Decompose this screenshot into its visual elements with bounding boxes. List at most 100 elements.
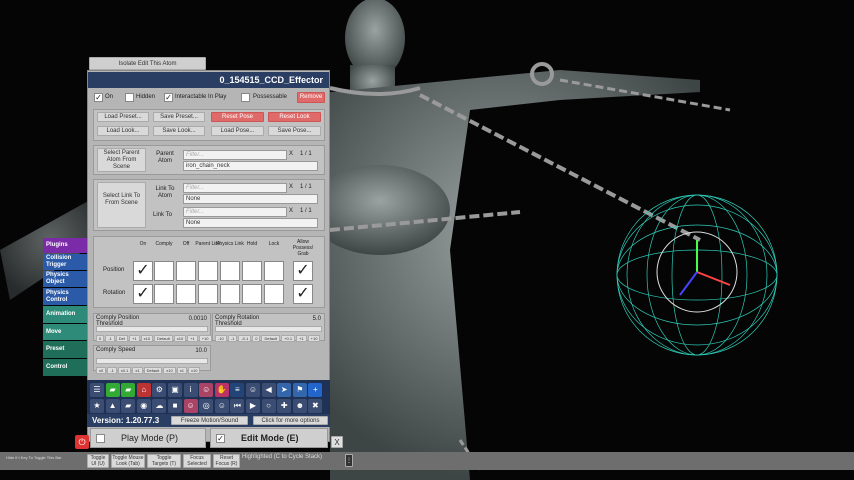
people-icon[interactable]: ☻ xyxy=(292,399,307,413)
remove-button[interactable]: Remove xyxy=(297,92,325,103)
slider-step-button[interactable]: x10 xyxy=(187,367,201,374)
grid-checkbox[interactable]: ✓ xyxy=(133,284,153,304)
tools-icon[interactable]: ✖ xyxy=(308,399,323,413)
camera-icon[interactable]: ◉ xyxy=(136,399,151,413)
slider-step-button[interactable]: +10 xyxy=(307,335,321,342)
slider-step-button[interactable]: Default xyxy=(143,367,163,374)
star-icon[interactable]: ★ xyxy=(90,399,104,413)
grid-checkbox[interactable] xyxy=(220,261,240,281)
list-icon[interactable]: ≡ xyxy=(230,383,245,397)
flag-icon[interactable]: ⚑ xyxy=(292,383,307,397)
load-pose-button[interactable]: Load Pose... xyxy=(211,126,264,136)
circle-icon[interactable]: ○ xyxy=(261,399,276,413)
slider-step-button[interactable]: +1 xyxy=(296,335,307,342)
slider-step-button[interactable]: Default xyxy=(261,335,281,342)
grid-checkbox[interactable] xyxy=(220,284,240,304)
folder-open-icon[interactable]: ▰ xyxy=(121,383,136,397)
bottom-bar-button[interactable]: Toggle UI (U) xyxy=(87,454,109,468)
plus-icon[interactable]: + xyxy=(308,383,323,397)
slider-step-button[interactable]: 0 xyxy=(96,335,105,342)
folder-icon[interactable]: ▰ xyxy=(121,399,136,413)
home-icon[interactable]: ⌂ xyxy=(136,383,151,397)
hidden-checkbox[interactable] xyxy=(125,93,134,102)
bottom-bar-button[interactable]: Toggle Targets (T) xyxy=(147,454,181,468)
grid-checkbox[interactable] xyxy=(242,261,262,281)
slider-step-button[interactable]: x10 xyxy=(140,335,154,342)
side-tab[interactable]: Animation xyxy=(43,306,87,323)
slider-track[interactable] xyxy=(215,326,322,332)
grid-checkbox[interactable]: ✓ xyxy=(293,261,313,281)
speaker-icon[interactable]: ◀ xyxy=(261,383,276,397)
slider-step-button[interactable]: x0 xyxy=(96,367,107,374)
slider-step-button[interactable]: +1 xyxy=(187,335,198,342)
slider-step-button[interactable]: +10 xyxy=(198,335,212,342)
freeze-motion-button[interactable]: Freeze Motion/Sound xyxy=(171,416,248,425)
eye-icon[interactable]: ◎ xyxy=(199,399,214,413)
link-to-filter-input[interactable]: Filter... xyxy=(183,207,287,217)
save-pose-button[interactable]: Save Pose... xyxy=(268,126,321,136)
isolate-edit-button[interactable]: Isolate Edit This Atom xyxy=(89,57,206,70)
more-options-button[interactable]: Click for more options xyxy=(253,416,328,425)
grid-checkbox[interactable]: ✓ xyxy=(133,261,153,281)
cube-icon[interactable]: ▣ xyxy=(168,383,182,397)
slider-step-button[interactable]: -1 xyxy=(107,367,117,374)
close-ui-button[interactable]: X xyxy=(331,436,343,448)
share-icon[interactable]: ➤ xyxy=(277,383,292,397)
side-tab[interactable]: Collision Trigger xyxy=(43,254,87,270)
edit-mode-button[interactable]: ✓ Edit Mode (E) xyxy=(210,428,328,448)
link-to-filter-clear[interactable]: X xyxy=(289,208,293,214)
slider-step-button[interactable]: -0.1 xyxy=(238,335,252,342)
slider-step-button[interactable]: -1 xyxy=(227,335,238,342)
play-mode-button[interactable]: Play Mode (P) xyxy=(90,428,206,448)
slider-track[interactable] xyxy=(96,358,208,364)
side-tab[interactable]: Plugins xyxy=(43,238,87,253)
hand-icon[interactable]: ✋ xyxy=(214,383,229,397)
possessable-checkbox[interactable] xyxy=(241,93,250,102)
folder-up-icon[interactable]: ▲ xyxy=(105,399,120,413)
slider-step-button[interactable]: x10 xyxy=(173,335,187,342)
on-checkbox[interactable]: ✓ xyxy=(94,93,103,102)
interactable-checkbox[interactable]: ✓ xyxy=(164,93,173,102)
folder-green-icon[interactable]: ▰ xyxy=(105,383,120,397)
slider-step-button[interactable]: x10 xyxy=(163,367,176,374)
link-atom-filter-input[interactable]: Filter... xyxy=(183,183,287,193)
link-atom-select[interactable]: None xyxy=(183,194,318,204)
side-tab[interactable]: Control xyxy=(43,359,87,376)
load-look-button[interactable]: Load Look... xyxy=(97,126,149,136)
slider-step-button[interactable]: +1 xyxy=(129,335,140,342)
slider-step-button[interactable]: -10 xyxy=(215,335,227,342)
power-icon[interactable]: ⏻ xyxy=(75,435,89,449)
grid-checkbox[interactable] xyxy=(176,284,196,304)
grid-checkbox[interactable] xyxy=(176,261,196,281)
save-look-button[interactable]: Save Look... xyxy=(153,126,205,136)
box-icon[interactable]: ■ xyxy=(168,399,182,413)
grid-checkbox[interactable] xyxy=(242,284,262,304)
grid-checkbox[interactable] xyxy=(154,284,174,304)
side-tab[interactable]: Physics Object xyxy=(43,271,87,287)
skip-back-icon[interactable]: ⏮ xyxy=(230,399,245,413)
save-preset-button[interactable]: Save Preset... xyxy=(153,112,205,122)
slider-track[interactable] xyxy=(96,326,208,332)
reset-look-button[interactable]: Reset Look xyxy=(268,112,321,122)
menu-icon[interactable]: ☰ xyxy=(90,383,104,397)
grid-checkbox[interactable] xyxy=(198,284,218,304)
cloud-icon[interactable]: ☁ xyxy=(152,399,167,413)
grid-checkbox[interactable] xyxy=(154,261,174,281)
grid-checkbox[interactable] xyxy=(264,261,284,281)
slider-step-button[interactable]: x1 xyxy=(132,367,143,374)
grid-checkbox[interactable] xyxy=(264,284,284,304)
bottom-bar-button[interactable]: Focus Selected (F) xyxy=(183,454,211,468)
link-to-select[interactable]: None xyxy=(183,218,318,228)
side-tab[interactable]: Physics Control xyxy=(43,288,87,305)
grid-checkbox[interactable]: ✓ xyxy=(293,284,313,304)
side-tab[interactable]: Preset xyxy=(43,341,87,358)
play-icon[interactable]: ▶ xyxy=(246,399,260,413)
person-settings-icon[interactable]: ☺ xyxy=(214,399,229,413)
person-icon[interactable]: ☺ xyxy=(183,399,198,413)
link-atom-filter-clear[interactable]: X xyxy=(289,184,293,190)
select-link-button[interactable]: Select Link To From Scene xyxy=(97,182,146,228)
person-icon[interactable]: ☺ xyxy=(199,383,214,397)
slider-step-button[interactable]: x1 xyxy=(176,367,187,374)
slider-step-button[interactable]: 0 xyxy=(252,335,261,342)
target-icon[interactable]: ✚ xyxy=(277,399,292,413)
